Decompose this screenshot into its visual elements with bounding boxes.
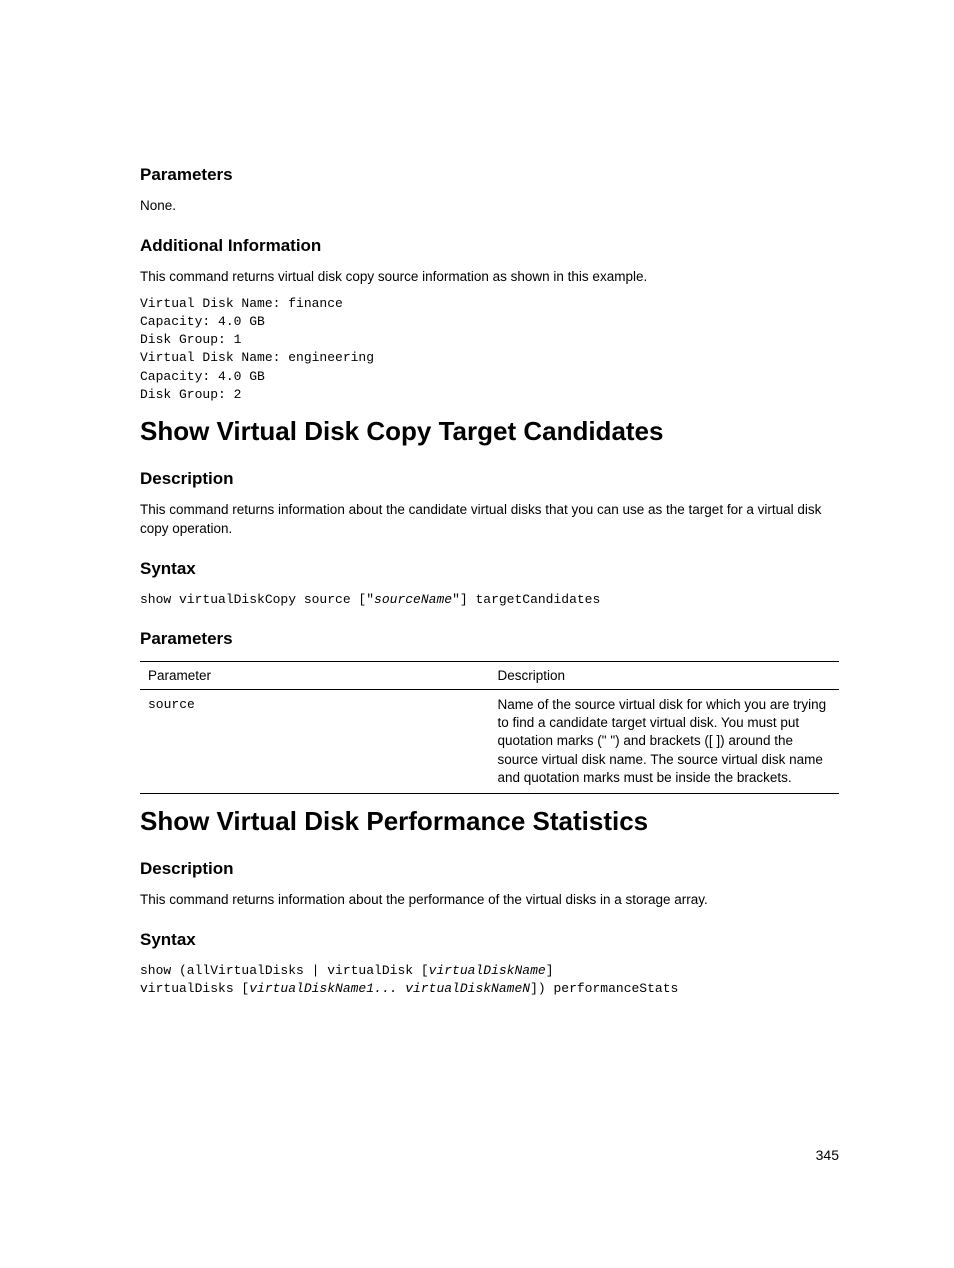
description-text-1: This command returns information about t… [140, 501, 839, 539]
page-number: 345 [816, 1147, 839, 1163]
heading-target-candidates: Show Virtual Disk Copy Target Candidates [140, 416, 839, 447]
parameters-table: Parameter Description source Name of the… [140, 661, 839, 794]
example-output-code: Virtual Disk Name: finance Capacity: 4.0… [140, 295, 839, 404]
syntax2-l1-post: ] [546, 963, 554, 978]
heading-parameters-2: Parameters [140, 629, 839, 649]
syntax2-l2-pre: virtualDisks [ [140, 981, 249, 996]
description-text-2: This command returns information about t… [140, 891, 839, 910]
heading-description-2: Description [140, 859, 839, 879]
table-header-row: Parameter Description [140, 661, 839, 689]
param-desc-cell: Name of the source virtual disk for whic… [490, 689, 840, 793]
syntax-post: "] targetCandidates [452, 592, 600, 607]
col-parameter: Parameter [140, 661, 490, 689]
heading-syntax-2: Syntax [140, 930, 839, 950]
syntax2-l1-var: virtualDiskName [429, 963, 546, 978]
parameters-none-text: None. [140, 197, 839, 216]
heading-description-1: Description [140, 469, 839, 489]
table-row: source Name of the source virtual disk f… [140, 689, 839, 793]
heading-syntax-1: Syntax [140, 559, 839, 579]
heading-performance-statistics: Show Virtual Disk Performance Statistics [140, 806, 839, 837]
heading-additional-information: Additional Information [140, 236, 839, 256]
additional-info-text: This command returns virtual disk copy s… [140, 268, 839, 287]
syntax2-l2-var: virtualDiskName1... virtualDiskNameN [249, 981, 530, 996]
syntax-code-2: show (allVirtualDisks | virtualDisk [vir… [140, 962, 839, 998]
param-name-cell: source [140, 689, 490, 793]
syntax-code-1: show virtualDiskCopy source ["sourceName… [140, 591, 839, 609]
heading-parameters-1: Parameters [140, 165, 839, 185]
col-description: Description [490, 661, 840, 689]
syntax-variable: sourceName [374, 592, 452, 607]
syntax2-l2-post: ]) performanceStats [530, 981, 678, 996]
syntax2-l1-pre: show (allVirtualDisks | virtualDisk [ [140, 963, 429, 978]
syntax-pre: show virtualDiskCopy source [" [140, 592, 374, 607]
